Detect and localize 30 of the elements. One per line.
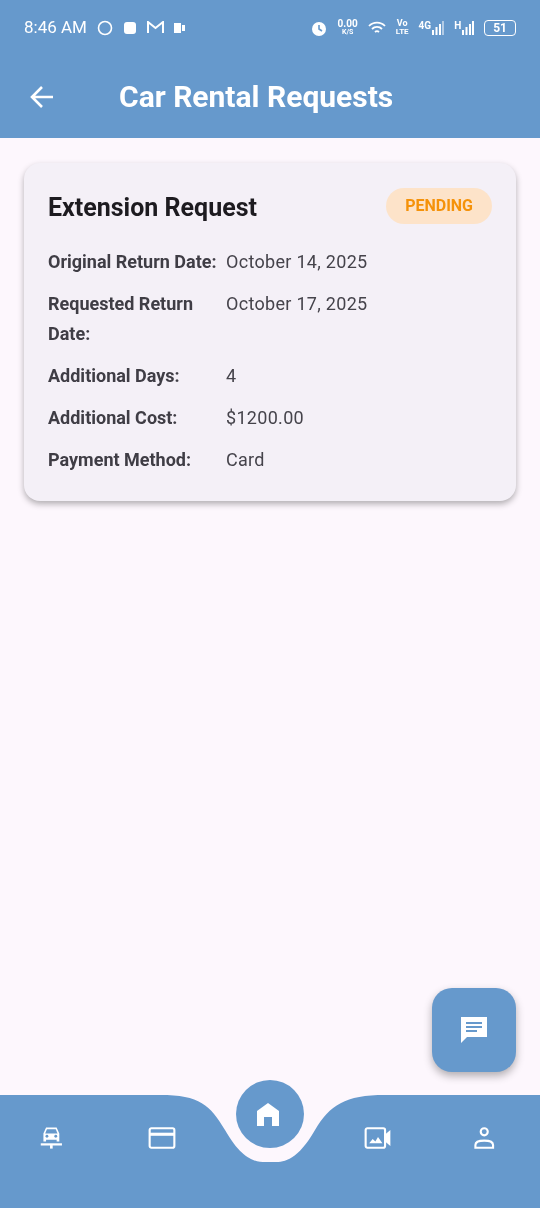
field-value: 4 [226, 363, 237, 388]
mail-icon [146, 21, 164, 34]
app-icon [173, 21, 185, 34]
wifi-icon [367, 20, 386, 35]
signal-icon [462, 20, 475, 35]
card-title: Extension Request [48, 192, 257, 224]
speed-value: 0.00 [337, 19, 358, 29]
field-label: Additional Days: [48, 363, 181, 388]
field-label: Requested Return Date: [48, 291, 194, 346]
battery-level: 51 [484, 19, 516, 36]
page-title: Car Rental Requests [119, 78, 394, 116]
field-value: October 14, 2025 [226, 249, 368, 274]
field-label: Payment Method: [48, 447, 193, 472]
network-label: 4G [418, 20, 432, 31]
back-icon [29, 84, 55, 109]
chat-button[interactable] [432, 988, 516, 1072]
signal-icon [432, 20, 445, 35]
nav-home-button[interactable] [236, 1080, 304, 1148]
volte-label: LTE [395, 28, 409, 36]
field-value: Card [226, 447, 265, 472]
volte-label: Vo [396, 19, 408, 28]
status-time: 8:46 AM [24, 15, 87, 39]
field-label: Additional Cost: [48, 405, 179, 430]
app-icon [122, 20, 137, 35]
network-label: H [454, 20, 462, 31]
message-icon [458, 1014, 490, 1046]
status-badge: PENDING [386, 187, 492, 224]
field-value: October 17, 2025 [226, 291, 368, 316]
field-label: Original Return Date: [48, 249, 218, 274]
field-value: $1200.00 [226, 405, 304, 430]
